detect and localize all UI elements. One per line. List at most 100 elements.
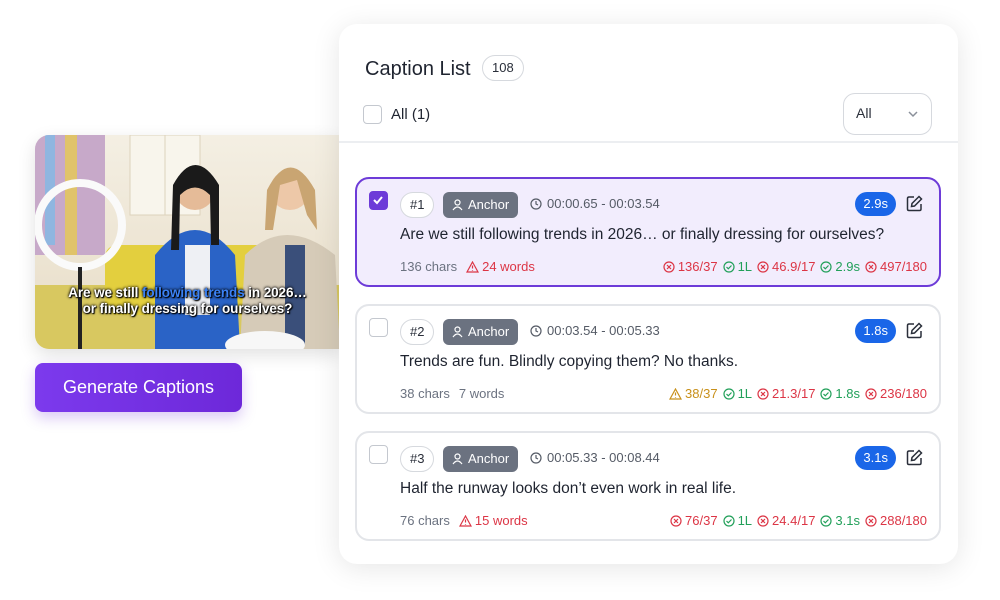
edit-icon[interactable]: [906, 449, 923, 471]
timecode: 00:05.33 - 00:08.44: [530, 450, 660, 465]
caption-overlay: Are we still following trends in 2026… o…: [68, 285, 307, 316]
word-count: 7 words: [459, 386, 505, 401]
stat-error: 136/37: [663, 259, 718, 274]
user-icon: [452, 326, 463, 338]
error-icon: [865, 260, 877, 273]
error-icon: [757, 387, 769, 400]
word-count-value: 15 words: [474, 513, 528, 528]
filter-value: All: [856, 105, 872, 121]
stat-value: 1L: [737, 513, 753, 528]
panel-title: Caption List: [365, 58, 471, 80]
stat-value: 1.8s: [835, 386, 860, 401]
caption-number: #1: [400, 192, 435, 218]
caption-meta: 76 chars 15 words: [400, 513, 528, 528]
checkmark-icon: [373, 196, 383, 205]
word-count: 24 words: [466, 259, 535, 274]
error-icon: [670, 514, 682, 527]
duration-badge: 3.1s: [855, 446, 896, 470]
char-count: 136 chars: [400, 259, 458, 274]
check-circle-icon: [722, 514, 735, 527]
select-all-label: All (1): [391, 106, 431, 123]
duration-badge: 1.8s: [855, 319, 896, 343]
stat-error: 236/180: [865, 386, 927, 401]
caption-checkbox[interactable]: [369, 445, 388, 464]
timecode-value: 00:05.33 - 00:08.44: [547, 450, 660, 465]
char-count: 76 chars: [400, 513, 450, 528]
speaker-tag[interactable]: Anchor: [443, 446, 519, 472]
stat-ok: 1L: [722, 259, 753, 274]
stat-value: 1L: [737, 259, 753, 274]
stat-value: 38/37: [685, 386, 718, 401]
clock-icon: [530, 197, 542, 210]
caption-meta: 136 chars 24 words: [400, 259, 535, 274]
stat-error: 288/180: [865, 513, 927, 528]
speaker-name: Anchor: [468, 451, 510, 466]
caption-checkbox[interactable]: [369, 318, 388, 337]
word-count: 15 words: [458, 513, 528, 528]
stat-value: 21.3/17: [772, 386, 816, 401]
warning-icon: [669, 387, 683, 400]
stat-value: 497/180: [880, 259, 927, 274]
stat-value: 2.9s: [835, 259, 860, 274]
stat-value: 3.1s: [835, 513, 860, 528]
caption-stats: 76/37 1L 24.4/17 3.1s 288/180: [670, 513, 927, 528]
stat-error: 46.9/17: [757, 259, 815, 274]
select-all-row[interactable]: All (1): [363, 105, 430, 124]
caption-text[interactable]: Trends are fun. Blindly copying them? No…: [400, 353, 738, 371]
stat-error: 76/37: [670, 513, 718, 528]
error-icon: [757, 514, 769, 527]
word-count-value: 7 words: [458, 386, 505, 401]
caption-checkbox[interactable]: [369, 191, 388, 210]
edit-icon[interactable]: [906, 195, 923, 217]
caption-meta: 38 chars 7 words: [400, 386, 504, 401]
stat-ok: 2.9s: [820, 259, 860, 274]
speaker-tag[interactable]: Anchor: [443, 192, 519, 218]
error-icon: [757, 260, 769, 273]
video-preview[interactable]: Are we still following trends in 2026… o…: [35, 135, 340, 349]
caption-card[interactable]: #3 Anchor 00:05.33 - 00:08.44 3.1s Half …: [355, 431, 941, 541]
timecode: 00:03.54 - 00:05.33: [530, 323, 660, 338]
stat-value: 288/180: [880, 513, 927, 528]
stat-ok: 1L: [722, 513, 753, 528]
speaker-tag[interactable]: Anchor: [443, 319, 519, 345]
generate-captions-button[interactable]: Generate Captions: [35, 363, 242, 412]
timecode-value: 00:03.54 - 00:05.33: [547, 323, 660, 338]
stat-value: 24.4/17: [772, 513, 816, 528]
caption-card[interactable]: #2 Anchor 00:03.54 - 00:05.33 1.8s Trend…: [355, 304, 941, 414]
caption-text[interactable]: Are we still following trends in 2026… o…: [400, 226, 884, 244]
user-icon: [452, 453, 463, 465]
clock-icon: [530, 451, 542, 464]
caption-count-badge: 108: [482, 55, 524, 81]
stat-value: 46.9/17: [772, 259, 816, 274]
warning-icon: [466, 260, 480, 273]
caption-number: #2: [400, 319, 435, 345]
warning-icon: [458, 514, 472, 527]
stat-ok: 3.1s: [820, 513, 860, 528]
timecode-value: 00:00.65 - 00:03.54: [547, 196, 660, 211]
error-icon: [865, 514, 877, 527]
stat-value: 136/37: [677, 259, 718, 274]
stat-ok: 1.8s: [820, 386, 860, 401]
stat-warning: 38/37: [669, 386, 718, 401]
caption-stats: 38/37 1L 21.3/17 1.8s 236/180: [669, 386, 927, 401]
duration-badge: 2.9s: [855, 192, 896, 216]
word-count-value: 24 words: [482, 259, 535, 274]
timecode: 00:00.65 - 00:03.54: [530, 196, 660, 211]
caption-list-panel: Caption List 108 All (1) All #1 Anchor 0…: [339, 24, 958, 564]
caption-text[interactable]: Half the runway looks don’t even work in…: [400, 480, 736, 498]
edit-icon[interactable]: [906, 322, 923, 344]
header-divider: [339, 141, 958, 143]
filter-dropdown[interactable]: All: [843, 93, 932, 135]
error-icon: [663, 260, 675, 273]
stat-error: 497/180: [865, 259, 927, 274]
check-circle-icon: [820, 260, 833, 273]
char-count: 38 chars: [400, 386, 450, 401]
stat-error: 24.4/17: [757, 513, 815, 528]
user-icon: [452, 199, 463, 211]
caption-card[interactable]: #1 Anchor 00:00.65 - 00:03.54 2.9s Are w…: [355, 177, 941, 287]
check-circle-icon: [820, 514, 833, 527]
select-all-checkbox[interactable]: [363, 105, 382, 124]
speaker-name: Anchor: [468, 324, 510, 339]
check-circle-icon: [722, 260, 735, 273]
caption-number: #3: [400, 446, 435, 472]
